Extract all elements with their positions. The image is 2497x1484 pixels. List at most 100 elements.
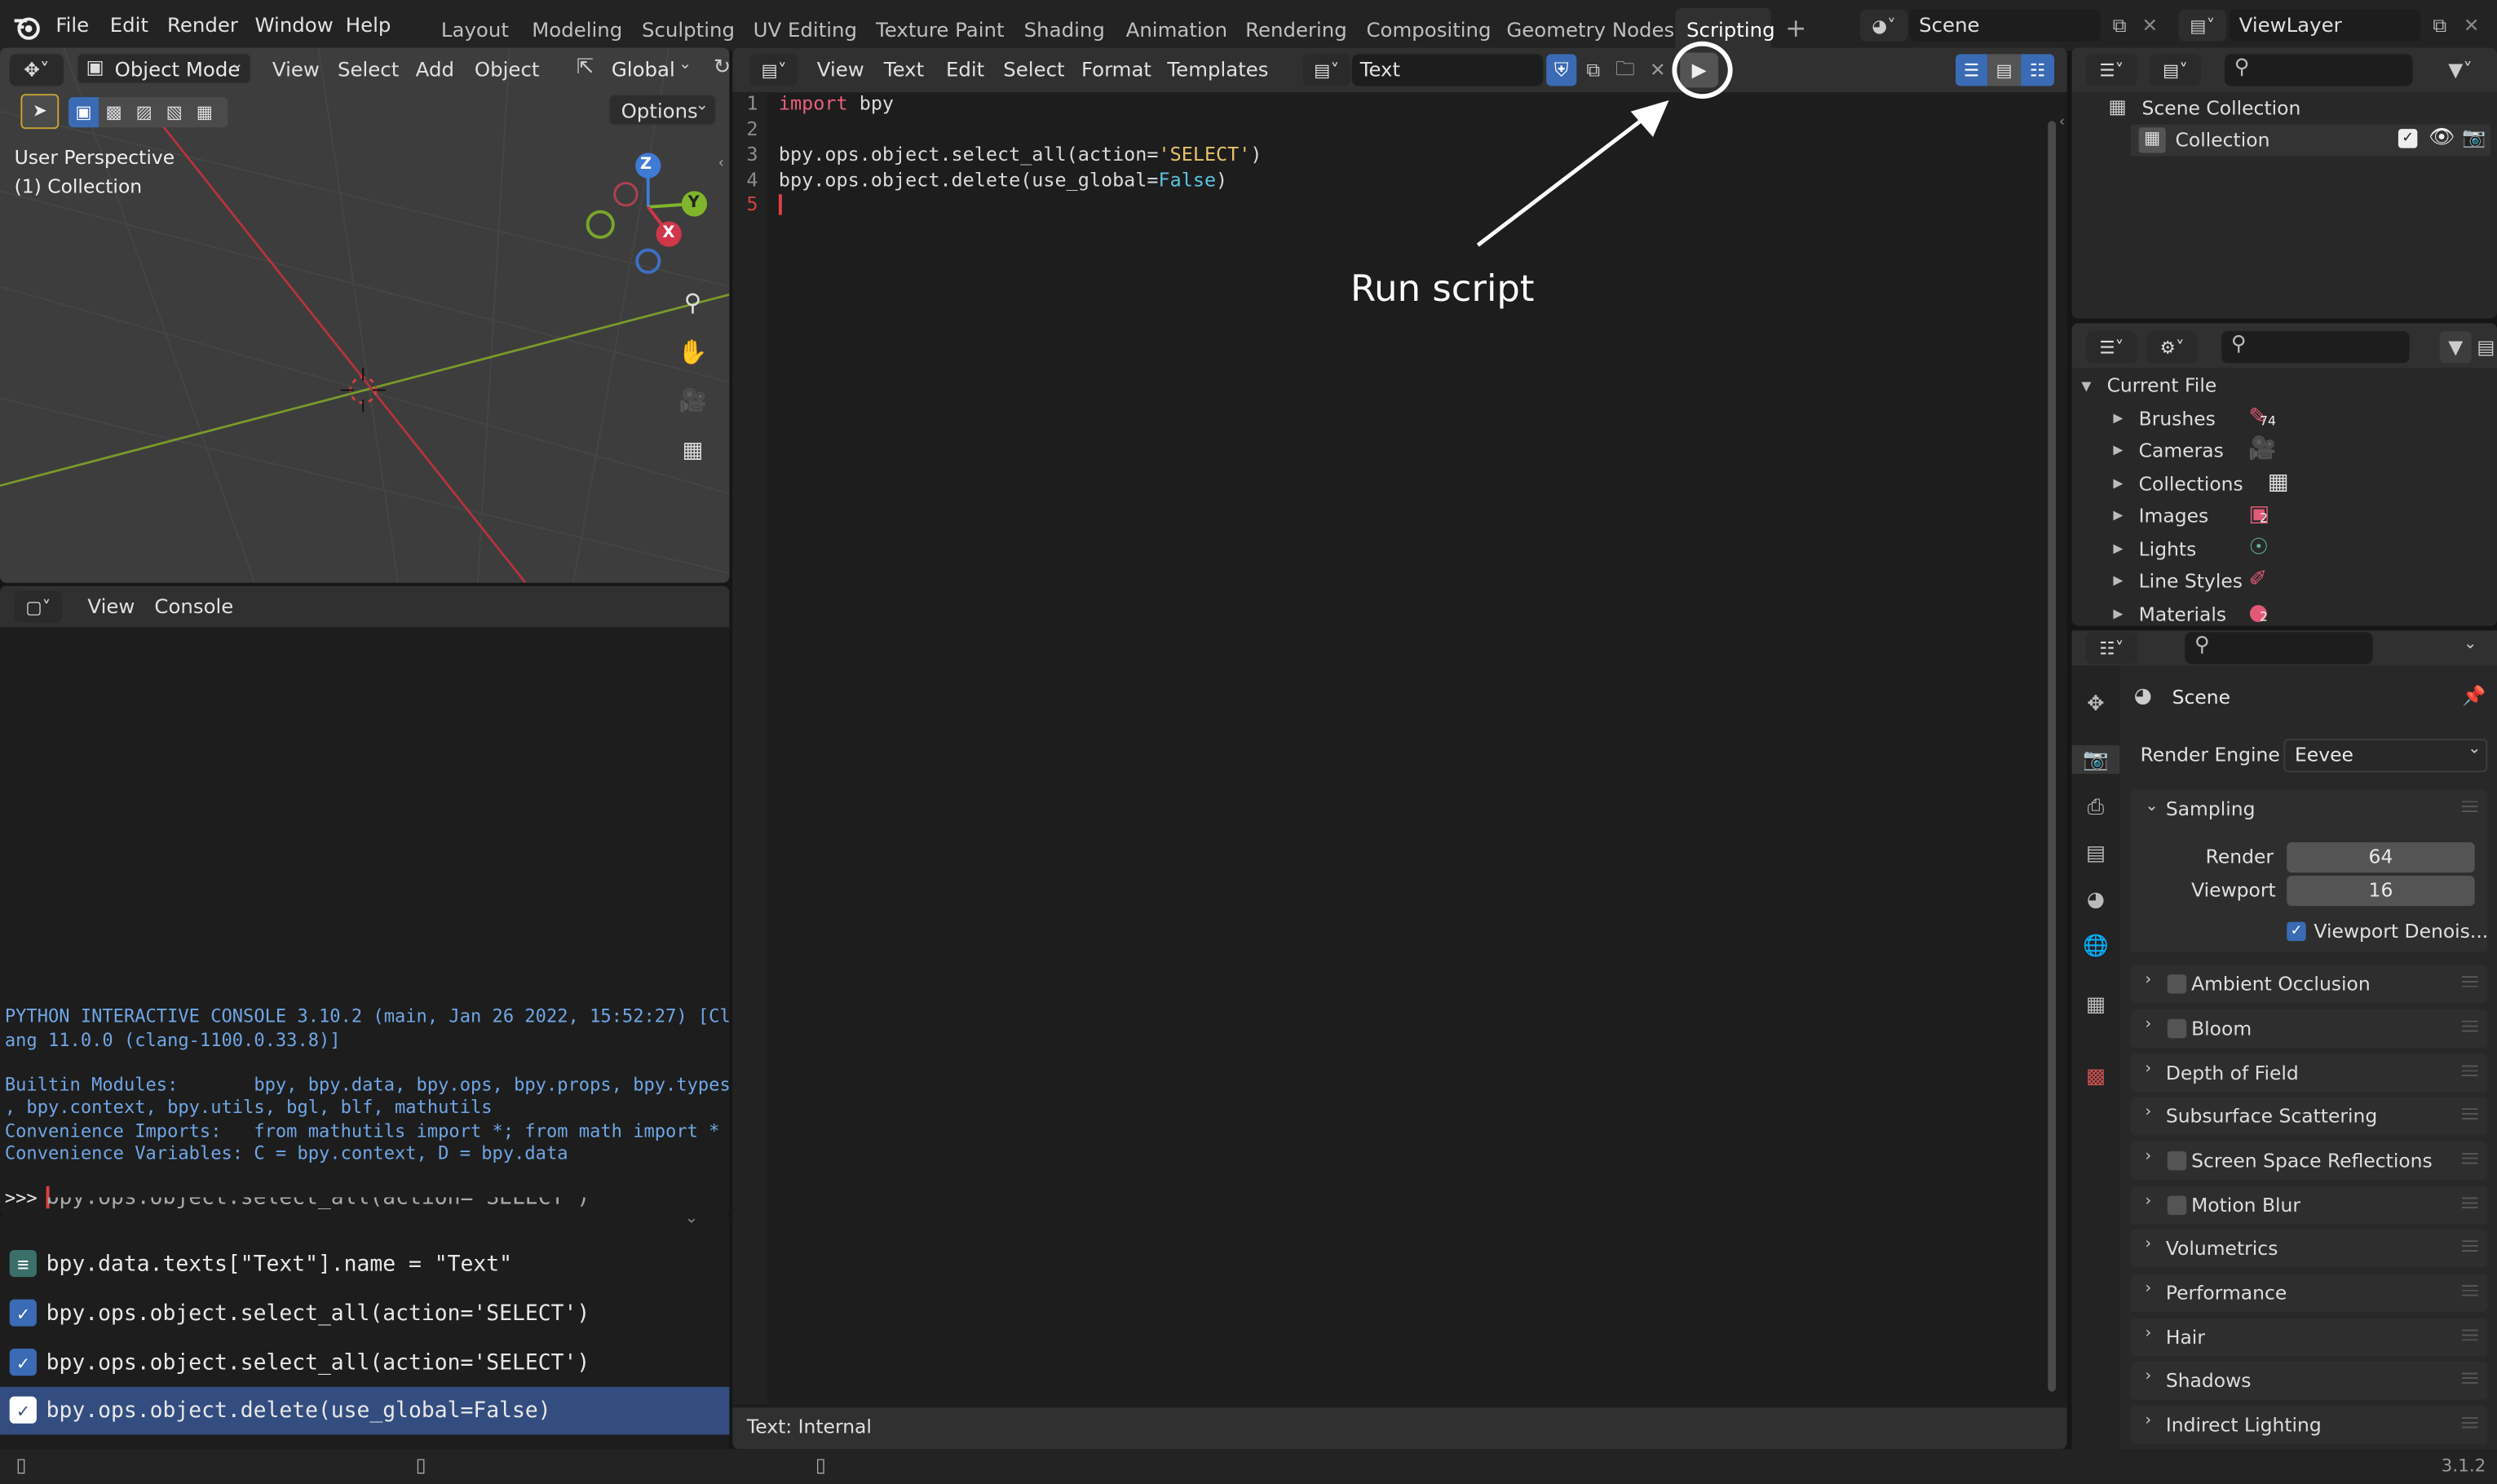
transform-orientation-dropdown[interactable]: ⇱ Global ⌄: [573, 54, 700, 86]
tab-compositing[interactable]: Compositing: [1367, 17, 1492, 41]
select-invert-icon[interactable]: ▧: [159, 97, 189, 127]
filter-icon[interactable]: ▼˅: [2437, 54, 2485, 86]
delete-viewlayer-icon[interactable]: ✕: [2459, 10, 2484, 42]
file-item-cameras[interactable]: Cameras: [2139, 439, 2224, 462]
console-menu-console[interactable]: Console: [154, 594, 233, 617]
word-wrap-toggle-icon[interactable]: ▤: [1987, 54, 2022, 86]
fake-user-shield-icon[interactable]: ⛨: [1546, 54, 1577, 86]
menu-edit[interactable]: Edit: [110, 13, 148, 37]
properties-editor-type-button[interactable]: ☷˅: [2086, 632, 2137, 665]
code-line[interactable]: import bpy: [779, 92, 894, 114]
collapse-icon[interactable]: ‹: [2059, 115, 2065, 131]
text-editor-type-button[interactable]: ▤˅: [749, 54, 798, 86]
panel-bloom[interactable]: › Bloom: [2130, 1009, 2488, 1048]
expand-triangle-icon[interactable]: ▶: [2113, 541, 2123, 556]
panel-subsurface-scattering[interactable]: › Subsurface Scattering: [2130, 1097, 2488, 1136]
file-item-brushes[interactable]: Brushes: [2139, 408, 2216, 430]
editor-menu-format[interactable]: Format: [1081, 57, 1151, 81]
select-intersect-icon[interactable]: ▦: [189, 97, 219, 127]
outliner[interactable]: [2071, 47, 2497, 319]
zoom-icon[interactable]: ⚲: [675, 285, 710, 320]
info-log[interactable]: bpy.ops.object.select_all(action='SELECT…: [0, 1197, 730, 1452]
render-samples-field[interactable]: 64: [2287, 842, 2475, 873]
expand-triangle-icon[interactable]: ▶: [2113, 476, 2123, 491]
select-tool-button[interactable]: ➤: [20, 94, 60, 130]
camera-view-icon[interactable]: 🎥: [675, 384, 710, 419]
panel-motion-blur[interactable]: › Motion Blur: [2130, 1186, 2488, 1225]
viewport-menu-add[interactable]: Add: [416, 57, 454, 81]
viewport-samples-field[interactable]: 16: [2287, 876, 2475, 907]
scene-properties-icon[interactable]: ◕: [2081, 886, 2110, 914]
select-new-icon[interactable]: ▣: [68, 97, 99, 128]
world-properties-icon[interactable]: 🌐: [2081, 931, 2110, 960]
drag-handle-icon[interactable]: [2462, 1108, 2478, 1121]
file-view-editor-type-button[interactable]: ☰˅: [2086, 331, 2137, 364]
properties-search-input[interactable]: ⚲: [2185, 632, 2373, 665]
drag-handle-icon[interactable]: [2462, 1284, 2478, 1298]
expand-triangle-icon[interactable]: ▶: [2113, 443, 2123, 457]
snap-icon[interactable]: ↻: [714, 55, 730, 79]
expand-triangle-icon[interactable]: ▶: [2113, 508, 2123, 523]
file-display-mode-button[interactable]: ⚙˅: [2146, 331, 2198, 364]
enable-checkbox[interactable]: [2167, 1195, 2187, 1215]
panel-screen-space-reflections[interactable]: › Screen Space Reflections: [2130, 1142, 2488, 1181]
viewlayer-browse-button[interactable]: ▤˅: [2178, 9, 2227, 42]
expand-triangle-icon[interactable]: ▼: [2081, 379, 2091, 394]
code-line[interactable]: bpy.ops.object.delete(use_global=False): [779, 169, 1227, 191]
drag-handle-icon[interactable]: [2462, 1329, 2478, 1343]
texture-properties-icon[interactable]: ▩: [2081, 1062, 2110, 1091]
new-text-icon[interactable]: ⧉: [1578, 54, 1608, 86]
new-viewlayer-icon[interactable]: ⧉: [2425, 10, 2454, 42]
view-layer-properties-icon[interactable]: ▤: [2081, 839, 2110, 868]
panel-indirect-lighting[interactable]: › Indirect Lighting: [2130, 1406, 2488, 1445]
scene-name-field[interactable]: Scene: [1909, 9, 2101, 42]
viewport-denoise-checkbox[interactable]: ✓: [2287, 921, 2306, 942]
chevron-down-icon[interactable]: ⌄: [2464, 635, 2477, 652]
editor-menu-select[interactable]: Select: [1003, 57, 1064, 81]
console-menu-view[interactable]: View: [87, 594, 135, 617]
pin-icon[interactable]: 📌: [2462, 685, 2486, 707]
editor-menu-text[interactable]: Text: [884, 57, 924, 81]
tool-settings-icon[interactable]: ✥: [2081, 690, 2110, 718]
code-line[interactable]: bpy.ops.object.select_all(action='SELECT…: [779, 144, 1262, 166]
drag-handle-icon[interactable]: [2462, 1020, 2478, 1034]
drag-handle-icon[interactable]: [2462, 976, 2478, 989]
file-item-materials[interactable]: Materials: [2139, 603, 2226, 625]
panel-volumetrics[interactable]: › Volumetrics: [2130, 1229, 2488, 1268]
editor-menu-view[interactable]: View: [817, 57, 864, 81]
add-workspace-icon[interactable]: +: [1785, 13, 1806, 43]
perspective-grid-icon[interactable]: ▦: [675, 433, 710, 468]
scene-browse-button[interactable]: ◕˅: [1859, 9, 1908, 42]
panel-performance[interactable]: › Performance: [2130, 1274, 2488, 1313]
tab-texture-paint[interactable]: Texture Paint: [876, 17, 1005, 41]
delete-scene-icon[interactable]: ✕: [2137, 10, 2163, 42]
tab-rendering[interactable]: Rendering: [1245, 17, 1347, 41]
syntax-highlight-toggle-icon[interactable]: ☷: [2021, 54, 2055, 86]
select-subtract-icon[interactable]: ▨: [129, 97, 159, 127]
select-extend-icon[interactable]: ▩: [99, 97, 129, 127]
outliner-search-input[interactable]: ⚲: [2225, 54, 2413, 86]
purge-icon[interactable]: ▤: [2475, 331, 2497, 363]
viewlayer-name-field[interactable]: ViewLayer: [2229, 9, 2421, 42]
info-row[interactable]: ≡ bpy.data.texts["Text"].name = "Text": [0, 1240, 729, 1288]
text-browse-button[interactable]: ▤˅: [1302, 54, 1350, 86]
drag-handle-icon[interactable]: [2462, 1240, 2478, 1253]
tab-layout[interactable]: Layout: [441, 17, 509, 41]
tab-uv-editing[interactable]: UV Editing: [754, 17, 857, 41]
menu-file[interactable]: File: [55, 13, 89, 37]
panel-ambient-occlusion[interactable]: › Ambient Occlusion: [2130, 965, 2488, 1004]
file-item-collections[interactable]: Collections: [2139, 473, 2243, 495]
tab-geometry-nodes[interactable]: Geometry Nodes: [1506, 17, 1674, 41]
render-engine-dropdown[interactable]: Eevee ⌄: [2283, 739, 2488, 773]
chevron-down-icon[interactable]: ⌄: [685, 1210, 698, 1227]
console-editor-type-button[interactable]: ▢˅: [14, 590, 63, 623]
drag-handle-icon[interactable]: [2462, 1197, 2478, 1211]
menu-render[interactable]: Render: [167, 13, 238, 37]
line-numbers-toggle-icon[interactable]: ☰: [1956, 54, 1988, 86]
open-folder-icon[interactable]: 🗀: [1610, 54, 1640, 86]
outliner-scene-collection[interactable]: Scene Collection: [2142, 97, 2301, 119]
file-item-images[interactable]: Images: [2139, 505, 2209, 527]
editor-type-button[interactable]: ✥˅: [9, 54, 64, 86]
menu-window[interactable]: Window: [254, 13, 333, 37]
options-dropdown[interactable]: Options ⌄: [608, 94, 717, 126]
